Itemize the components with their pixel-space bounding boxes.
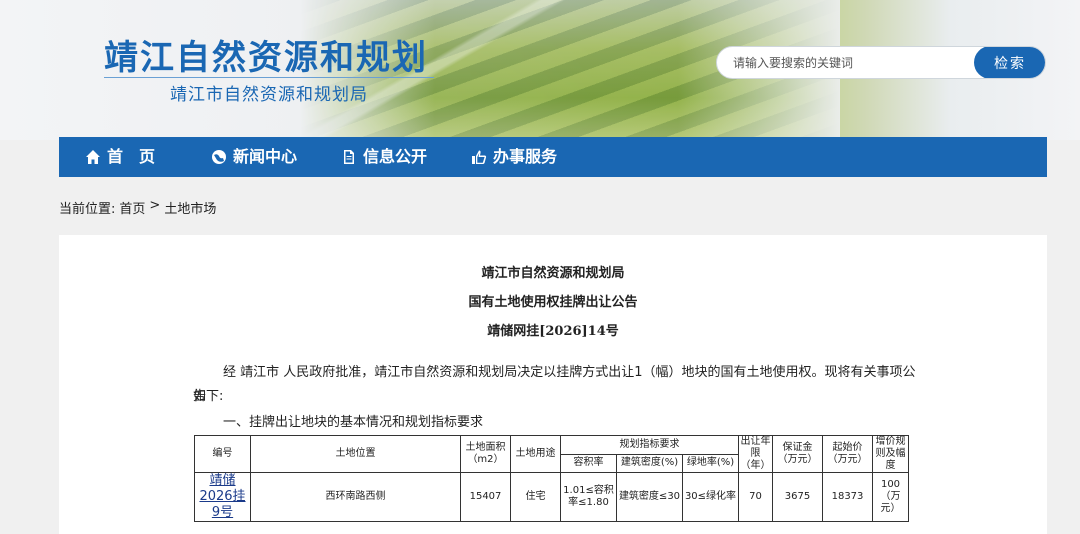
thumbs-up-icon (472, 150, 487, 164)
title-divider (104, 77, 434, 78)
search-input[interactable] (717, 47, 977, 78)
cell-density: 建筑密度≤30 (616, 472, 683, 522)
site-subtitle: 靖江市自然资源和规划局 (170, 85, 368, 105)
notice-intro-line2: 如下: (193, 389, 224, 404)
header-start-price: 起始价（万元） (822, 435, 873, 473)
header-deposit: 保证金（万元） (772, 435, 823, 473)
nav-item-news[interactable]: 新闻中心 (211, 137, 297, 177)
cell-green: 30≤绿化率 (682, 472, 739, 522)
section-heading: 一、挂牌出让地块的基本情况和规划指标要求 (223, 415, 484, 430)
header-id: 编号 (194, 435, 251, 473)
article-content: 靖江市自然资源和规划局 国有土地使用权挂牌出让公告 靖储网挂[2026]14号 … (59, 235, 1047, 534)
globe-icon (212, 150, 226, 164)
header-location: 土地位置 (250, 435, 461, 473)
cell-id: 靖储2026挂9号 (194, 472, 251, 522)
breadcrumb-home-link[interactable]: 首页 (119, 198, 145, 217)
header-planning: 规划指标要求 (560, 435, 739, 455)
breadcrumb-separator: > (149, 198, 161, 213)
nav-item-services[interactable]: 办事服务 (471, 137, 557, 177)
cell-start-price: 18373 (822, 472, 873, 522)
header-area: 土地面积（m2） (460, 435, 511, 473)
nav-label: 信息公开 (363, 147, 428, 166)
nav-item-home[interactable]: 首 页 (85, 137, 155, 177)
header-increment: 增价规则及幅度 (872, 435, 909, 473)
cell-area: 15407 (460, 472, 511, 522)
cell-deposit: 3675 (772, 472, 823, 522)
search-box: 检索 (716, 46, 1046, 79)
breadcrumb-prefix: 当前位置: (59, 202, 116, 217)
cell-location: 西环南路西侧 (250, 472, 461, 522)
notice-number: 靖储网挂[2026]14号 (487, 324, 619, 339)
home-icon (86, 150, 100, 164)
site-title[interactable]: 靖江自然资源和规划 (104, 30, 428, 79)
site-header: 靖江自然资源和规划 靖江市自然资源和规划局 检索 (0, 0, 1080, 140)
land-parcel-table: 编号 土地位置 土地面积（m2） 土地用途 规划指标要求 出让年限（年） 保证金… (194, 435, 909, 522)
cell-term: 70 (738, 472, 773, 522)
nav-label: 办事服务 (493, 147, 558, 166)
breadcrumb: 当前位置: 首页 > 土地市场 (59, 198, 216, 217)
nav-item-info[interactable]: 信息公开 (341, 137, 427, 177)
header-far: 容积率 (560, 453, 617, 473)
nav-label: 新闻中心 (233, 147, 298, 166)
table-row: 靖储2026挂9号 西环南路西侧 15407 住宅 1.01≤容积率≤1.80 … (194, 472, 909, 522)
search-button[interactable]: 检索 (974, 47, 1045, 78)
header-use: 土地用途 (510, 435, 561, 473)
breadcrumb-current-link[interactable]: 土地市场 (164, 198, 216, 217)
main-nav: 首 页 新闻中心 信息公开 办事服务 (59, 137, 1047, 177)
nav-label: 首 页 (107, 147, 156, 166)
header-green: 绿地率(%) (682, 453, 739, 473)
cell-use: 住宅 (510, 472, 561, 522)
lot-id-link[interactable]: 靖储2026挂9号 (199, 473, 245, 520)
notice-agency: 靖江市自然资源和规划局 (481, 266, 625, 281)
header-term: 出让年限（年） (738, 435, 773, 473)
table-header-row: 编号 土地位置 土地面积（m2） 土地用途 规划指标要求 出让年限（年） 保证金… (194, 435, 909, 473)
cell-far: 1.01≤容积率≤1.80 (560, 472, 617, 522)
notice-title: 国有土地使用权挂牌出让公告 (468, 295, 638, 310)
header-density: 建筑密度(%) (616, 453, 683, 473)
cell-increment: 100（万元） (872, 472, 909, 522)
document-icon (344, 150, 354, 164)
